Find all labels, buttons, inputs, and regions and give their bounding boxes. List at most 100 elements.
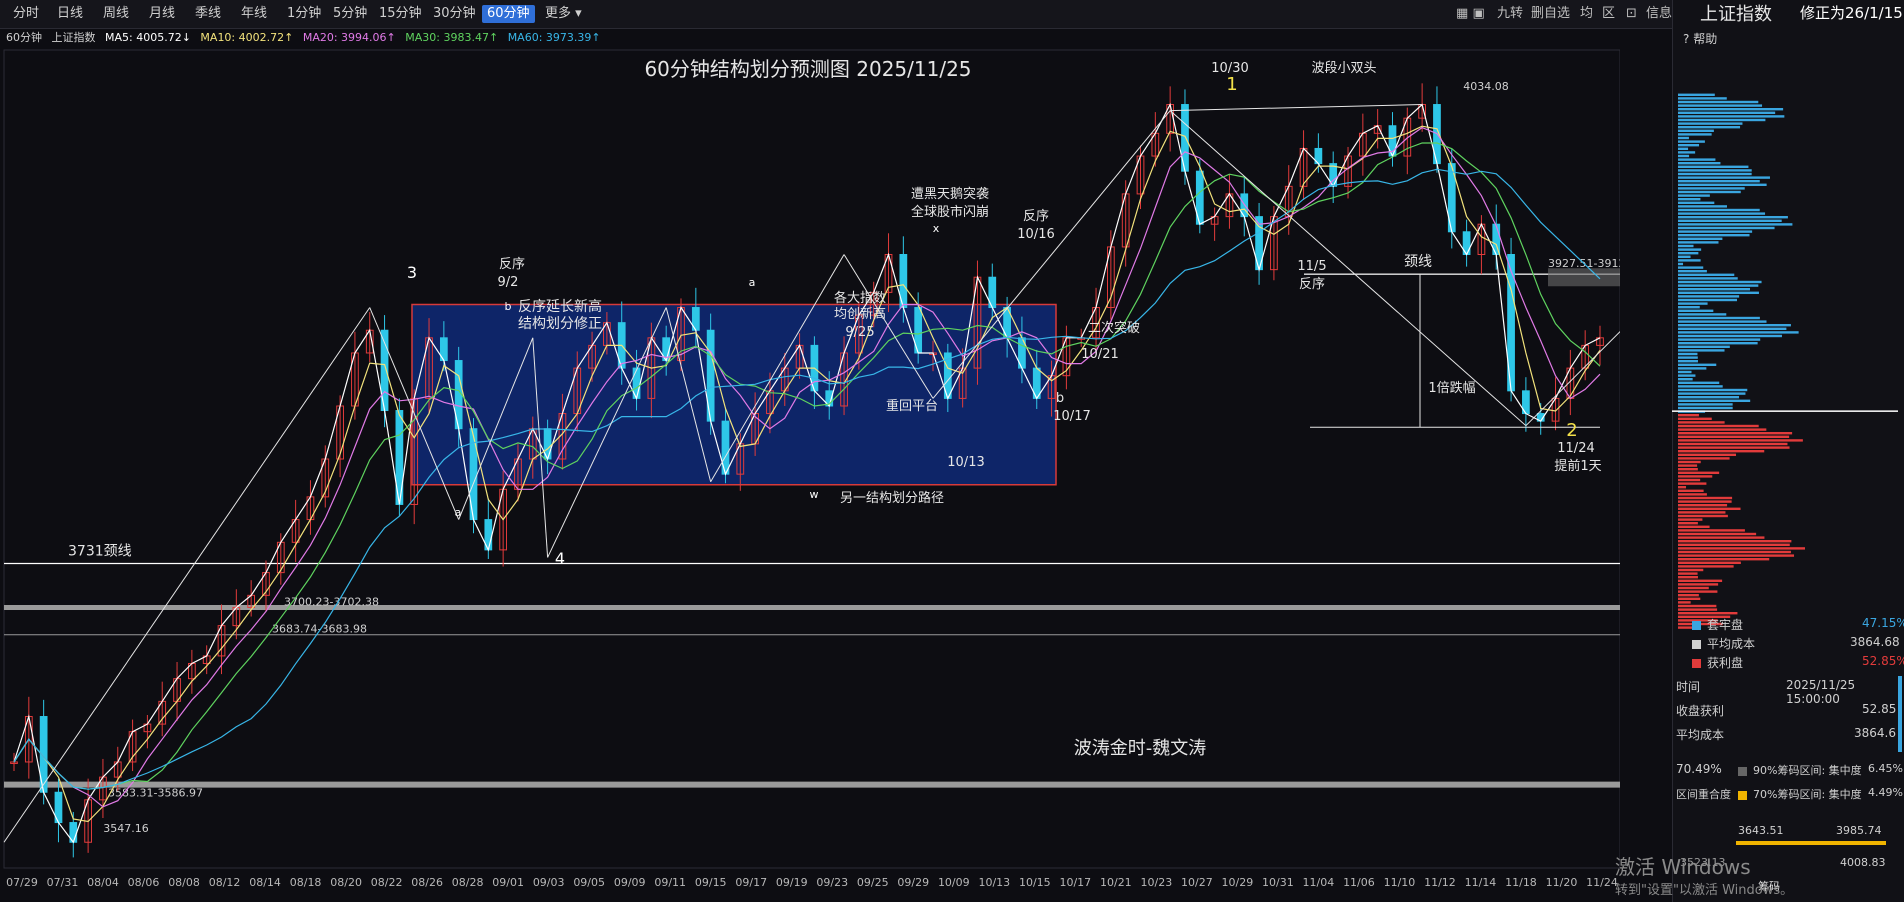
chip-bar-trapped — [1678, 226, 1775, 230]
stat-avgcost-label: 平均成本 — [1676, 728, 1725, 742]
x-tick-label: 09/23 — [816, 876, 848, 889]
chip-bar-profit — [1678, 583, 1719, 586]
help-link[interactable]: ? 帮助 — [1683, 30, 1717, 47]
grid-icon[interactable]: ▦ — [1456, 6, 1468, 21]
chip-bar-profit — [1678, 460, 1701, 464]
annotation: a — [455, 506, 462, 519]
tool-jiuzhuan[interactable]: 九转 — [1497, 5, 1523, 23]
chip-bar-profit — [1678, 540, 1792, 543]
x-tick-label: 10/13 — [978, 876, 1010, 889]
chip-bar-profit — [1678, 475, 1713, 478]
period-toolbar: 分时 日线 周线 月线 季线 年线 1分钟 5分钟 15分钟 30分钟 60分钟… — [0, 0, 1904, 29]
chip-bar-trapped — [1678, 234, 1750, 237]
chip-bar-trapped — [1678, 273, 1735, 276]
tab-15min[interactable]: 15分钟 — [374, 5, 427, 23]
x-tick-label: 08/20 — [330, 876, 362, 889]
tool-remove-watchlist[interactable]: 删自选 — [1531, 5, 1570, 23]
legend-avg-label: 平均成本 — [1707, 637, 1756, 651]
chip-bar-profit — [1678, 586, 1709, 590]
chip-bar-trapped — [1678, 367, 1707, 370]
tab-fenshi[interactable]: 分时 — [8, 5, 44, 23]
tab-1min[interactable]: 1分钟 — [282, 5, 326, 23]
export-icon[interactable]: ⊡ — [1626, 5, 1637, 23]
chip-bar-trapped — [1678, 406, 1733, 410]
tool-info[interactable]: 信息 — [1646, 5, 1672, 23]
chip-bar-trapped — [1678, 280, 1762, 284]
annotation: w — [810, 488, 819, 501]
tool-average[interactable]: 均 — [1580, 5, 1593, 23]
annotation: 反序 — [1023, 209, 1049, 224]
tab-more[interactable]: 更多 ▾ — [540, 5, 587, 23]
annotation: 10/13 — [947, 455, 984, 470]
tab-weekly[interactable]: 周线 — [98, 5, 134, 23]
chip-bar-trapped — [1678, 208, 1760, 212]
chip-bar-profit — [1678, 450, 1765, 453]
chip-bar-trapped — [1678, 378, 1693, 381]
chip-bar-trapped — [1678, 158, 1716, 161]
os-watermark-title: 激活 Windows — [1615, 855, 1751, 879]
legend-trapped-value: 47.15% — [1862, 616, 1904, 630]
chip-bar-profit — [1678, 543, 1790, 546]
chip-bar-profit — [1678, 576, 1698, 579]
chip-bar-profit — [1678, 428, 1767, 431]
stat-avgcost-value: 3864.6 — [1854, 726, 1896, 740]
c90-swatch — [1738, 766, 1747, 776]
x-tick-label: 10/31 — [1262, 876, 1294, 889]
stat-profit-label: 收盘获利 — [1676, 704, 1725, 718]
concentration-pct: 70.49% — [1676, 762, 1722, 776]
annotation: 提前1天 — [1554, 458, 1601, 474]
chip-bar-profit — [1678, 414, 1699, 417]
profit-scroll-indicator[interactable] — [1898, 676, 1902, 752]
chip-bar-profit — [1678, 532, 1757, 536]
tab-yearly[interactable]: 年线 — [236, 5, 272, 23]
annotation: 重回平台 — [886, 398, 938, 414]
chip-bar-trapped — [1678, 118, 1766, 122]
chip-bar-trapped — [1678, 277, 1738, 280]
chip-bar-profit — [1678, 565, 1734, 568]
chip-bar-trapped — [1678, 129, 1714, 132]
annotation: 10/21 — [1081, 347, 1118, 362]
x-tick-label: 09/17 — [735, 876, 767, 889]
annotation: 2 — [1566, 420, 1577, 441]
chip-bar-trapped — [1678, 93, 1715, 96]
tab-30min[interactable]: 30分钟 — [428, 5, 481, 23]
chip-bar-trapped — [1678, 190, 1741, 194]
chart-title: 60分钟结构划分预测图 2025/11/25 — [644, 57, 971, 81]
layout-icon[interactable]: ▣ — [1472, 6, 1484, 21]
chip-bar-trapped — [1678, 266, 1704, 269]
tab-5min[interactable]: 5分钟 — [328, 5, 372, 23]
tab-monthly[interactable]: 月线 — [144, 5, 180, 23]
range-low: 3643.51 — [1738, 824, 1784, 837]
chip-bar-profit — [1678, 550, 1791, 554]
kline-chart[interactable]: 4061402739933959392538913857382337883754… — [0, 28, 1620, 902]
chip-bar-trapped — [1678, 284, 1759, 287]
tab-daily[interactable]: 日线 — [52, 5, 88, 23]
level-label: 3731颈线 — [68, 544, 132, 560]
chip-bar-profit — [1678, 471, 1720, 474]
x-tick-label: 09/05 — [573, 876, 605, 889]
chip-bar-profit — [1678, 486, 1687, 489]
chevron-down-icon: ▾ — [575, 6, 582, 21]
chip-bar-profit — [1678, 612, 1738, 615]
chip-bar-profit — [1678, 536, 1765, 539]
chip-bar-trapped — [1678, 259, 1701, 262]
c90-text: 90%筹码区间: 集中度 — [1753, 764, 1862, 777]
tab-quarterly[interactable]: 季线 — [190, 5, 226, 23]
chip-bar-trapped — [1678, 147, 1689, 150]
chip-bar-trapped — [1678, 388, 1748, 392]
x-tick-label: 11/04 — [1303, 876, 1335, 889]
tool-range[interactable]: 区 — [1602, 5, 1615, 23]
tab-60min[interactable]: 60分钟 — [482, 5, 535, 23]
chip-bar-profit — [1678, 554, 1795, 557]
x-tick-label: 08/12 — [209, 876, 241, 889]
chip-bar-profit — [1678, 500, 1732, 503]
legend-profit: 获利盘 — [1692, 654, 1743, 671]
legend-avg-value: 3864.68 — [1850, 635, 1900, 649]
chip-bar-trapped — [1678, 262, 1684, 266]
x-tick-label: 11/14 — [1465, 876, 1497, 889]
chip-bar-trapped — [1678, 223, 1793, 226]
chip-bar-profit — [1678, 601, 1691, 604]
x-tick-label: 10/09 — [938, 876, 970, 889]
chip-bar-trapped — [1678, 212, 1766, 215]
wave-line — [3, 307, 371, 843]
